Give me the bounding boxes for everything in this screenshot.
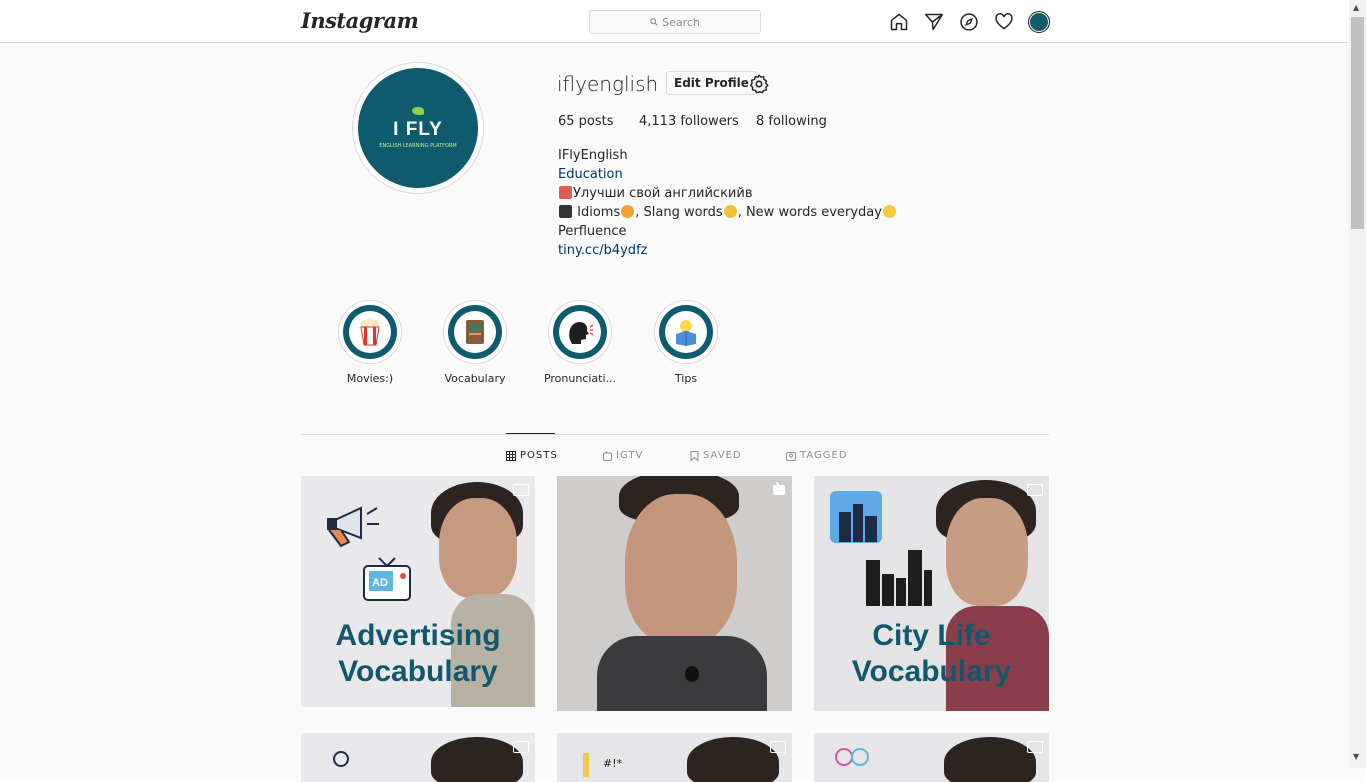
- tab-tagged[interactable]: TAGGED: [786, 450, 848, 461]
- bio-line-2a: Idioms: [573, 205, 621, 220]
- igtv-icon: [603, 450, 612, 461]
- post-tile[interactable]: AD Advertising Vocabulary: [301, 476, 535, 707]
- bio-line-1-text: Улучши свой английскийв: [573, 186, 753, 201]
- megaphone-icon: [327, 506, 379, 548]
- video-badge-icon: [513, 484, 529, 496]
- tab-posts-label: POSTS: [520, 450, 558, 461]
- scrollbar-thumb[interactable]: [1351, 17, 1364, 229]
- profile-picture-tagline: ENGLISH LEARNING PLATFORM: [379, 143, 457, 149]
- book-icon: [466, 320, 484, 344]
- search-placeholder: Search: [662, 15, 700, 29]
- post-tile[interactable]: City Life Vocabulary: [814, 476, 1049, 711]
- grid-icon: [506, 450, 516, 461]
- skyline-icon: [866, 550, 932, 606]
- search-icon: [650, 18, 658, 26]
- highlight-label: Vocabulary: [444, 372, 506, 385]
- city-icon: [830, 491, 882, 543]
- tab-saved[interactable]: SAVED: [690, 450, 742, 461]
- search-input[interactable]: Search: [589, 10, 761, 34]
- activity-icon[interactable]: [993, 11, 1015, 33]
- highlight-label: Tips: [674, 372, 698, 385]
- post-title-line-1: City Life: [872, 619, 991, 652]
- bio-category: Education: [558, 167, 623, 182]
- bio-line-2: Idioms , Slang words , New words everyday: [558, 203, 897, 222]
- lightbulb-box-icon: [676, 320, 696, 346]
- post-title-line-2: Vocabulary: [338, 655, 498, 688]
- profile-picture-image: I FLY ENGLISH LEARNING PLATFORM: [358, 68, 478, 188]
- profile-username: iflyenglish: [557, 72, 659, 96]
- illustration-icon: [835, 748, 869, 766]
- highlight-vocabulary[interactable]: Vocabulary: [430, 300, 520, 385]
- post-tile[interactable]: [557, 476, 792, 711]
- bio-name: IFlyEnglish: [558, 148, 628, 163]
- igtv-badge-icon: [773, 482, 785, 495]
- bookmark-icon: [690, 450, 699, 461]
- scroll-up-icon[interactable]: ▲: [1353, 3, 1359, 12]
- tab-tagged-label: TAGGED: [800, 450, 848, 461]
- highlight-tips[interactable]: Tips: [641, 300, 731, 385]
- popcorn-icon: [360, 318, 380, 346]
- profile-picture[interactable]: I FLY ENGLISH LEARNING PLATFORM: [352, 62, 484, 194]
- scroll-down-icon[interactable]: ▼: [1353, 752, 1359, 761]
- video-badge-icon: [1027, 484, 1043, 496]
- profile-avatar[interactable]: [1028, 11, 1050, 33]
- bio-line-2b: , Slang words: [635, 205, 723, 220]
- post-tile[interactable]: [301, 733, 535, 782]
- tab-igtv-label: IGTV: [616, 450, 644, 461]
- active-tab-indicator: [506, 433, 555, 434]
- explore-icon[interactable]: [958, 11, 980, 33]
- post-tile[interactable]: #!*: [557, 733, 792, 782]
- post-title-line-2: Vocabulary: [851, 655, 1012, 688]
- cool-face-emoji-icon: [723, 205, 737, 218]
- highlight-pronunciation[interactable]: Pronunciati...: [535, 300, 625, 385]
- bio-line-2c: , New words everyday: [737, 205, 882, 220]
- hug-face-emoji-icon: [882, 205, 896, 218]
- edit-profile-button[interactable]: Edit Profile: [666, 71, 757, 95]
- face-emoji-icon: [621, 205, 635, 218]
- svg-text:#!*: #!*: [603, 757, 623, 770]
- post-tile[interactable]: [814, 733, 1049, 782]
- video-badge-icon: [770, 741, 786, 753]
- svg-text:AD: AD: [372, 577, 388, 589]
- illustration-icon: [333, 751, 349, 767]
- tagged-icon: [786, 451, 796, 461]
- profile-bio: IFlyEnglish Education Улучши свой англий…: [558, 146, 897, 260]
- school-emoji-icon: [559, 186, 572, 199]
- top-nav: Instagram Search: [0, 0, 1349, 43]
- bio-link[interactable]: tiny.cc/b4ydfz: [558, 241, 897, 260]
- following-count[interactable]: 8 following: [756, 114, 827, 129]
- tabs-divider: [301, 434, 1049, 435]
- instagram-logo[interactable]: Instagram: [301, 8, 419, 33]
- post-title-line-1: Advertising: [335, 619, 501, 652]
- bio-line-1: Улучши свой английскийв: [558, 184, 897, 203]
- direct-icon[interactable]: [923, 11, 945, 33]
- tab-saved-label: SAVED: [703, 450, 742, 461]
- film-emoji-icon: [559, 205, 572, 218]
- bio-line-3: Perfluence: [558, 224, 627, 239]
- tab-igtv[interactable]: IGTV: [603, 450, 643, 461]
- speaking-head-icon: [569, 322, 594, 344]
- bird-icon: [412, 107, 424, 115]
- page-scrollbar[interactable]: ▲ ▼: [1349, 0, 1366, 768]
- illustration-icon: #!*: [583, 753, 623, 777]
- profile-picture-brand: I FLY: [393, 119, 443, 140]
- highlight-movies[interactable]: Movies:): [325, 300, 415, 385]
- video-badge-icon: [1027, 741, 1043, 753]
- settings-gear-icon[interactable]: [748, 73, 770, 99]
- tv-ad-icon: AD: [363, 557, 411, 601]
- highlight-label: Movies:): [346, 372, 394, 385]
- home-icon[interactable]: [888, 11, 910, 33]
- highlight-label: Pronunciati...: [543, 372, 617, 385]
- video-badge-icon: [513, 741, 529, 753]
- followers-count[interactable]: 4,113 followers: [639, 114, 739, 129]
- posts-count: 65 posts: [558, 114, 614, 129]
- tab-posts[interactable]: POSTS: [506, 450, 558, 461]
